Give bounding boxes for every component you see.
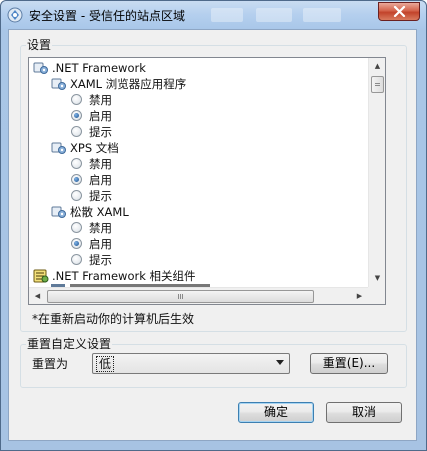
tree-option-label: 提示 [89,189,112,203]
scroll-right-arrow[interactable]: ▶ [351,288,368,304]
radio-button[interactable] [71,126,82,137]
tree-item-label: .NET Framework [52,61,146,75]
tree-item-label: XPS 文档 [70,141,119,155]
vertical-scrollbar[interactable]: ▲ ▼ [368,58,385,287]
reset-button[interactable]: 重置(E)... [310,353,388,374]
ok-button[interactable]: 确定 [238,402,314,423]
radio-button[interactable] [71,158,82,169]
tree-option-label: 启用 [89,173,112,187]
window-title: 安全设置 - 受信任的站点区域 [29,9,185,23]
horizontal-scrollbar[interactable]: ◀ ▶ [29,287,368,304]
tree-option-label: 启用 [89,109,112,123]
tree-option-label: 禁用 [89,157,112,171]
chevron-down-icon [276,360,284,365]
settings-gear-icon [51,206,66,218]
settings-gear-icon [33,62,48,74]
settings-tree[interactable]: .NET Framework XAML 浏览器应用程序 禁用 启用 提示 XPS… [28,57,386,305]
background-window-ghost [303,8,341,22]
settings-tree-viewport: .NET Framework XAML 浏览器应用程序 禁用 启用 提示 XPS… [29,58,368,287]
vertical-scroll-thumb[interactable] [371,76,384,93]
scrollbar-corner [368,287,385,304]
title-bar[interactable]: 安全设置 - 受信任的站点区域 [1,1,426,29]
scroll-down-arrow[interactable]: ▼ [369,270,385,287]
restart-note: *在重新启动你的计算机后生效 [32,312,195,326]
tree-item-label: .NET Framework 相关组件 [52,269,196,283]
close-button[interactable] [378,2,420,21]
close-icon [393,6,406,17]
radio-button[interactable] [71,190,82,201]
cancel-button[interactable]: 取消 [326,402,402,423]
radio-button-checked[interactable] [71,110,82,121]
tree-item-label: XAML 浏览器应用程序 [70,77,187,91]
radio-button[interactable] [71,94,82,105]
horizontal-scroll-thumb[interactable] [47,290,314,303]
radio-button-checked[interactable] [71,238,82,249]
reset-to-label: 重置为 [32,357,69,371]
radio-button[interactable] [71,222,82,233]
background-window-ghost [211,8,243,22]
radio-button-checked[interactable] [71,174,82,185]
scroll-up-arrow[interactable]: ▲ [369,58,385,75]
scroll-left-arrow[interactable]: ◀ [29,288,46,304]
tree-option-label: 禁用 [89,221,112,235]
reset-level-select[interactable]: 低 [92,353,290,374]
radio-button[interactable] [71,254,82,265]
framework-components-icon [33,269,49,283]
settings-gear-icon [51,142,66,154]
tree-option-label: 启用 [89,237,112,251]
settings-group-label: 设置 [26,38,53,52]
tree-option-label: 禁用 [89,93,112,107]
reset-group-label: 重置自定义设置 [26,337,113,351]
security-settings-icon [7,7,23,23]
tree-option-label: 提示 [89,253,112,267]
settings-gear-icon [51,78,66,90]
background-window-ghost [256,8,292,22]
tree-item-label: 松散 XAML [70,205,129,219]
reset-level-value: 低 [96,356,115,372]
tree-option-label: 提示 [89,125,112,139]
